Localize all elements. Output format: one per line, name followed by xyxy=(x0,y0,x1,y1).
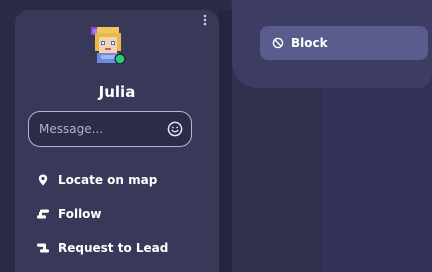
follow-button[interactable]: Follow xyxy=(36,203,102,225)
online-status-icon xyxy=(114,53,126,65)
map-pin-icon xyxy=(36,173,50,187)
message-input[interactable] xyxy=(39,112,159,145)
block-label: Block xyxy=(291,36,328,50)
request-to-lead-label: Request to Lead xyxy=(58,241,169,255)
locate-on-map-label: Locate on map xyxy=(58,173,158,187)
message-field[interactable] xyxy=(28,111,192,147)
follow-label: Follow xyxy=(58,207,102,221)
panel-divider xyxy=(219,10,232,272)
avatar xyxy=(87,23,127,67)
follow-icon xyxy=(36,207,50,221)
smiley-icon[interactable] xyxy=(167,121,183,137)
lead-icon xyxy=(36,241,50,255)
background-strip xyxy=(322,80,432,272)
request-to-lead-button[interactable]: Request to Lead xyxy=(36,237,168,259)
more-options-icon[interactable] xyxy=(198,12,212,28)
block-icon xyxy=(272,37,284,49)
user-name: Julia xyxy=(98,83,136,101)
block-button[interactable]: Block xyxy=(260,26,428,60)
locate-on-map-button[interactable]: Locate on map xyxy=(36,169,157,191)
